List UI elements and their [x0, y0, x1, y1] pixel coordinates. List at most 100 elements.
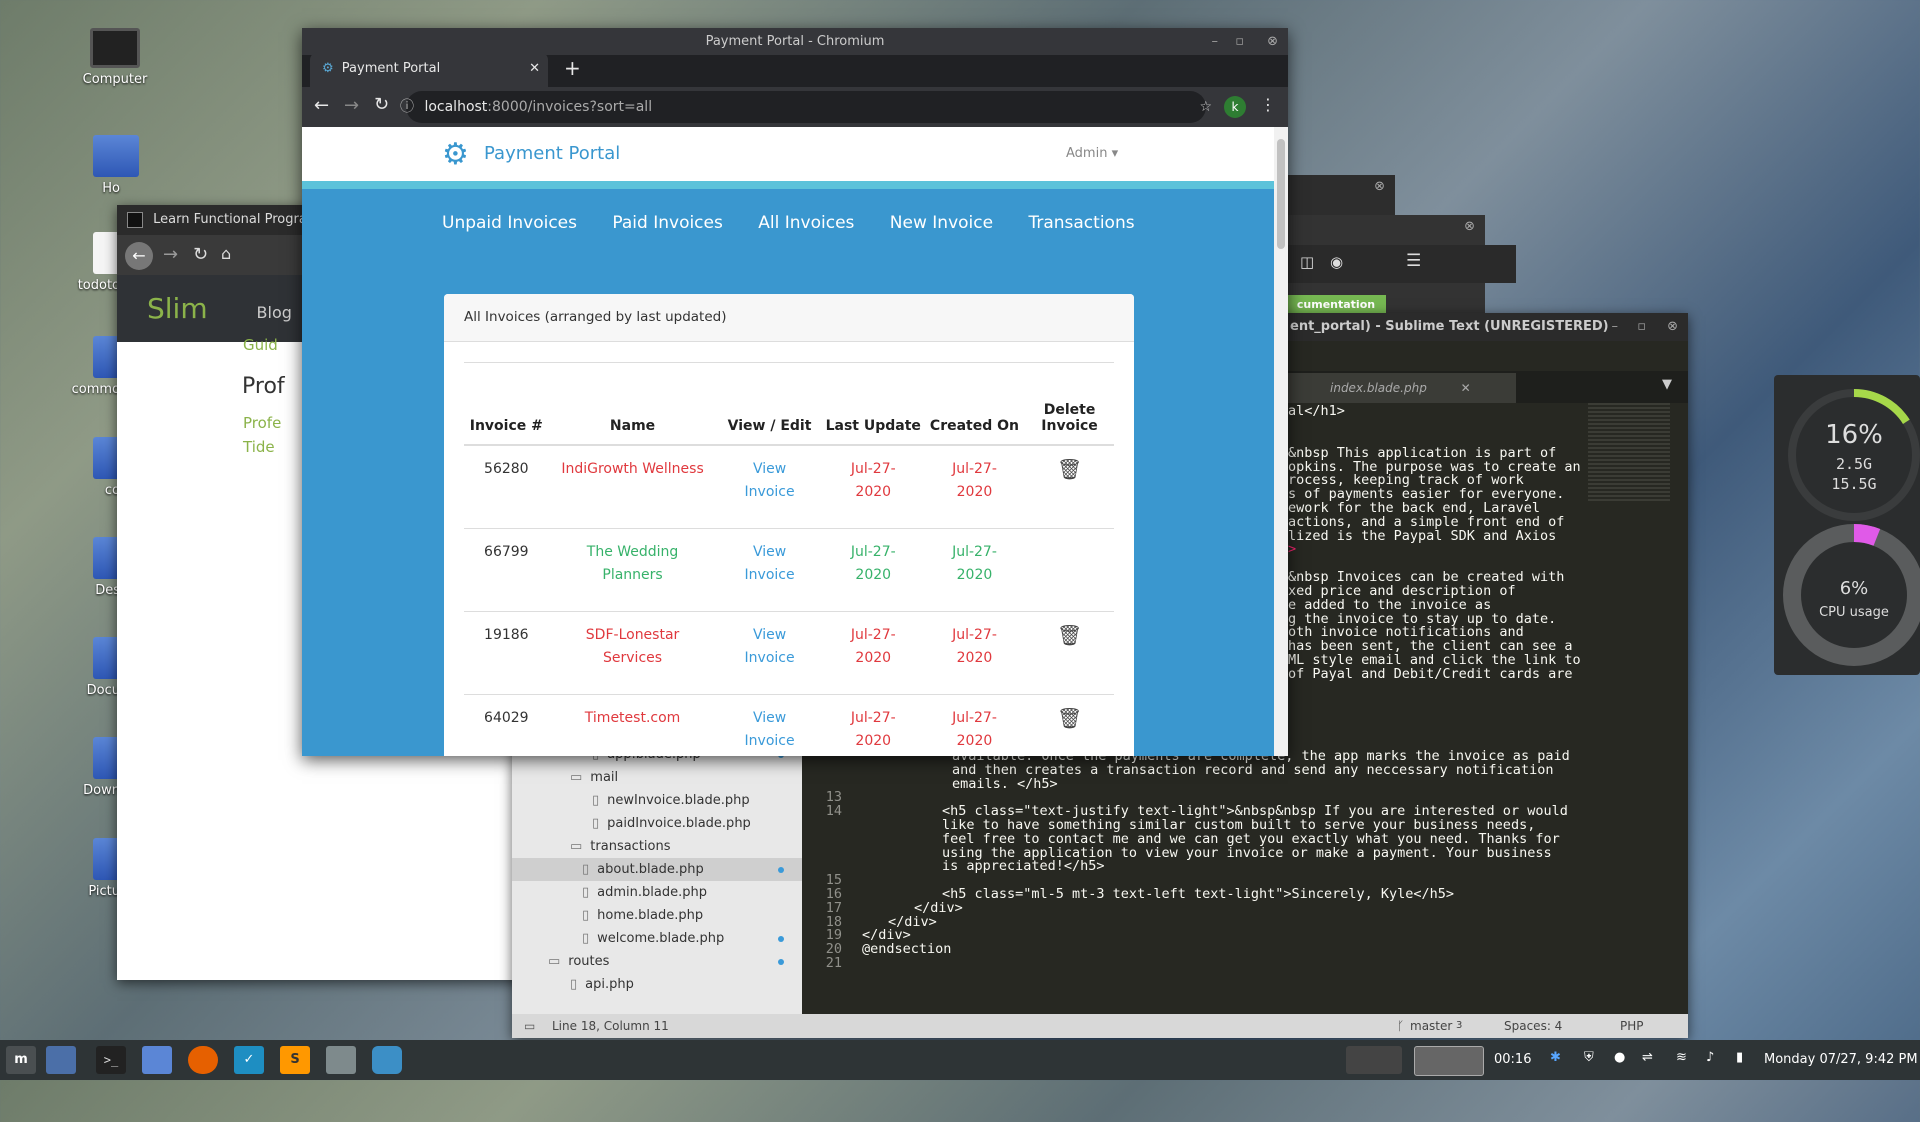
desktop-icon-desktop[interactable]: Des: [60, 537, 139, 598]
nav-unpaid-invoices[interactable]: Unpaid Invoices: [442, 213, 577, 233]
panel-toggle-icon[interactable]: ▭: [524, 1014, 535, 1038]
file-tree-item[interactable]: ▭ transactions: [512, 835, 802, 858]
new-tab-icon[interactable]: +: [564, 56, 581, 80]
file-tree-item[interactable]: ▭ mail: [512, 766, 802, 789]
menu-icon[interactable]: ☰: [1406, 251, 1421, 271]
file-tree-item[interactable]: ▯ about.blade.php: [512, 858, 802, 881]
volume-icon[interactable]: ♪: [1706, 1050, 1714, 1065]
cpu-percent: 6%: [1839, 578, 1869, 599]
tab-dropdown-icon[interactable]: ▼: [1662, 377, 1672, 392]
indentation-setting[interactable]: Spaces: 4: [1504, 1014, 1562, 1038]
desktop-icon-label: Down: [83, 783, 120, 798]
back-arrow-icon[interactable]: ←: [125, 242, 153, 270]
desktop-icon-downloads[interactable]: Down: [60, 737, 139, 798]
minimize-icon[interactable]: –: [1612, 313, 1619, 341]
page-scrollbar[interactable]: [1274, 127, 1288, 756]
desktop-icon-co[interactable]: co: [60, 437, 139, 498]
syntax-setting[interactable]: PHP: [1620, 1014, 1644, 1038]
sublime-text-icon[interactable]: S: [280, 1046, 310, 1074]
desktop-icon-pictures[interactable]: Pictu: [60, 838, 139, 899]
terminal-icon[interactable]: >_: [96, 1046, 126, 1074]
clock[interactable]: Monday 07/27, 9:42 PM: [1764, 1052, 1918, 1067]
git-branch[interactable]: master: [1410, 1014, 1452, 1038]
view-invoice-link[interactable]: View Invoice: [716, 528, 823, 612]
more-menu-icon[interactable]: ⋮: [1260, 95, 1276, 114]
address-bar[interactable]: ⓘ localhost:8000/invoices?sort=all ☆: [400, 91, 1212, 123]
admin-dropdown[interactable]: Admin ▾: [1066, 146, 1118, 161]
code-editor[interactable]: available. Once the payments are complet…: [802, 749, 1672, 1020]
cpu-label: CPU usage: [1819, 605, 1889, 620]
sidebar-toggle-icon[interactable]: ◫: [1300, 253, 1314, 271]
nav-paid-invoices[interactable]: Paid Invoices: [612, 213, 722, 233]
chromium-window[interactable]: Payment Portal - Chromium – ▫ ⊗ ⚙ Paymen…: [302, 28, 1288, 756]
scrollbar-thumb[interactable]: [1277, 139, 1285, 249]
chat-icon[interactable]: ●: [1614, 1050, 1625, 1065]
tab-index-blade[interactable]: index.blade.php ✕: [1286, 373, 1516, 403]
desktop-icon-common[interactable]: commo: [60, 336, 139, 397]
file-tree-item[interactable]: ▯ paidInvoice.blade.php: [512, 812, 802, 835]
maximize-icon[interactable]: ▫: [1637, 313, 1646, 341]
home-icon[interactable]: ⌂: [221, 244, 231, 263]
reload-icon[interactable]: ↻: [374, 94, 389, 115]
start-menu-icon[interactable]: m: [6, 1046, 36, 1074]
trash-icon[interactable]: 🗑: [1057, 623, 1082, 647]
close-icon[interactable]: ⊗: [1464, 219, 1475, 234]
close-icon[interactable]: ⊗: [1267, 28, 1278, 55]
file-tree-item[interactable]: ▭ routes: [512, 950, 802, 973]
bluetooth-icon[interactable]: ✱: [1550, 1050, 1561, 1065]
file-tree-item[interactable]: ▯ api.php: [512, 973, 802, 996]
close-icon[interactable]: ⊗: [1374, 179, 1385, 194]
desktop-icon-home[interactable]: Ho: [60, 135, 139, 196]
info-icon[interactable]: ⓘ: [400, 99, 414, 115]
calculator-icon[interactable]: [326, 1046, 356, 1074]
vscode-icon[interactable]: ✓: [234, 1046, 264, 1074]
close-tab-icon[interactable]: ✕: [529, 52, 540, 85]
portal-brand[interactable]: Payment Portal: [484, 143, 620, 164]
desktop-icon-todo[interactable]: todoto: [60, 232, 139, 293]
file-tree-item[interactable]: ▯ admin.blade.php: [512, 881, 802, 904]
battery-icon[interactable]: ▮: [1736, 1050, 1743, 1065]
chromium-icon[interactable]: [372, 1046, 402, 1074]
network-icon[interactable]: ⇌: [1642, 1050, 1653, 1065]
minimap[interactable]: [1588, 403, 1670, 503]
close-tab-icon[interactable]: ✕: [1461, 381, 1471, 395]
forward-arrow-icon[interactable]: →: [344, 95, 359, 116]
nav-blog-link[interactable]: Blog: [257, 303, 292, 322]
view-invoice-link[interactable]: View Invoice: [716, 694, 823, 756]
slim-logo[interactable]: Slim: [147, 292, 208, 325]
nav-all-invoices[interactable]: All Invoices: [758, 213, 854, 233]
file-tree-item[interactable]: ▯ newInvoice.blade.php: [512, 789, 802, 812]
workspace-2[interactable]: [1414, 1046, 1484, 1076]
file-manager-icon[interactable]: [142, 1046, 172, 1074]
firefox-icon[interactable]: [188, 1046, 218, 1074]
bookmark-star-icon[interactable]: ☆: [1199, 91, 1212, 123]
profile-avatar[interactable]: k: [1224, 96, 1246, 118]
trash-icon[interactable]: 🗑: [1057, 706, 1082, 730]
view-invoice-link[interactable]: View Invoice: [716, 445, 823, 529]
folder-icon: ▭: [548, 954, 561, 969]
tab-payment-portal[interactable]: ⚙ Payment Portal ✕: [310, 52, 548, 87]
file-tree-item[interactable]: ▯ home.blade.php: [512, 904, 802, 927]
desktop-icon-documents[interactable]: Docu: [60, 637, 139, 698]
reload-icon[interactable]: ↻: [193, 244, 208, 265]
file-tree-item[interactable]: ▯ welcome.blade.php: [512, 927, 802, 950]
trash-icon[interactable]: 🗑: [1057, 457, 1082, 481]
chromium-titlebar[interactable]: Payment Portal - Chromium – ▫ ⊗: [302, 28, 1288, 55]
account-icon[interactable]: ◉: [1330, 253, 1343, 271]
back-arrow-icon[interactable]: ←: [314, 95, 329, 116]
show-desktop-icon[interactable]: [46, 1046, 76, 1074]
forward-arrow-icon[interactable]: →: [163, 244, 178, 265]
wifi-icon[interactable]: ≋: [1676, 1050, 1687, 1065]
nav-new-invoice[interactable]: New Invoice: [890, 213, 993, 233]
nav-transactions[interactable]: Transactions: [1028, 213, 1134, 233]
code-lines-block: 13 14 <h5 class="text-justify text-light">…: [802, 791, 1672, 970]
close-icon[interactable]: ⊗: [1667, 313, 1678, 341]
desktop-icon-computer[interactable]: Computer: [60, 28, 170, 87]
shield-icon[interactable]: ⛨: [1584, 1050, 1594, 1065]
file-tree-label: welcome.blade.php: [597, 931, 725, 946]
view-invoice-link[interactable]: View Invoice: [716, 611, 823, 695]
maximize-icon[interactable]: ▫: [1235, 28, 1244, 55]
minimize-icon[interactable]: –: [1212, 28, 1219, 55]
workspace-1[interactable]: [1346, 1046, 1402, 1074]
documentation-badge[interactable]: cumentation: [1286, 295, 1386, 315]
